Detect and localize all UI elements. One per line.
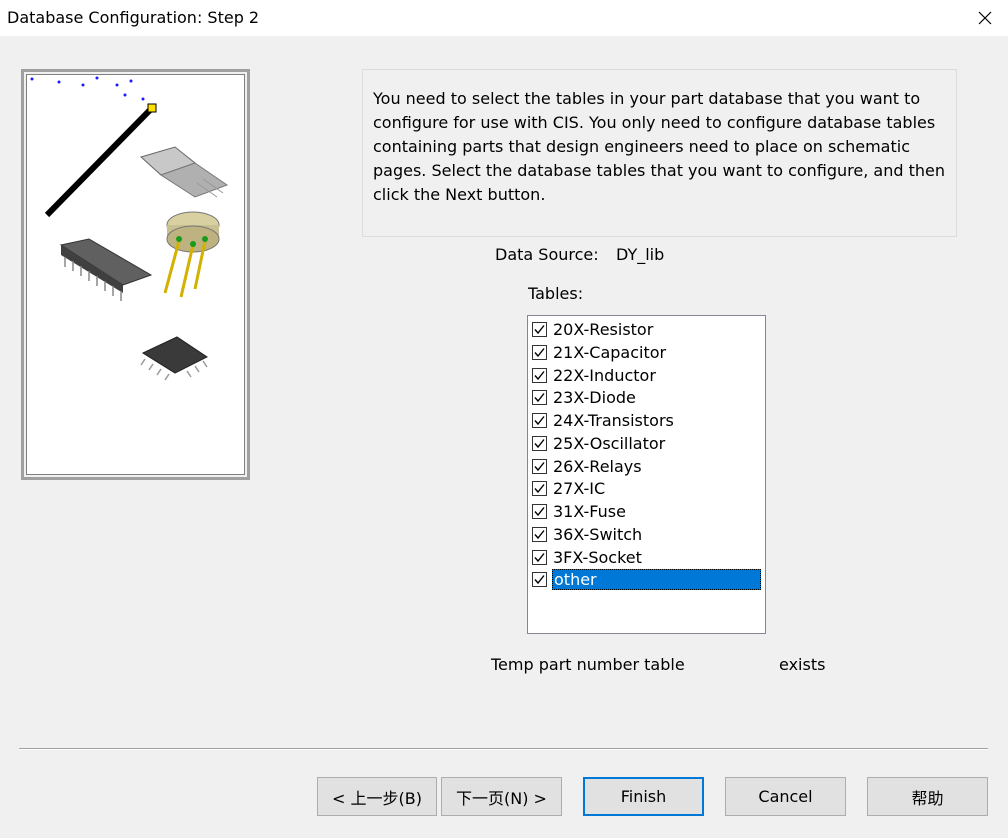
wizard-illustration-panel bbox=[21, 69, 250, 480]
next-button[interactable]: 下一页(N) > bbox=[441, 777, 562, 816]
table-list-item[interactable]: 36X-Switch bbox=[530, 524, 763, 546]
checkmark-icon bbox=[534, 438, 545, 448]
table-item-label: 27X-IC bbox=[553, 479, 606, 499]
table-list-item[interactable]: 24X-Transistors bbox=[530, 410, 763, 432]
checkmark-icon bbox=[534, 461, 545, 471]
checkmark-icon bbox=[534, 575, 545, 585]
back-button[interactable]: < 上一步(B) bbox=[317, 777, 437, 816]
close-icon bbox=[978, 11, 992, 25]
data-source-value: DY_lib bbox=[616, 245, 665, 264]
table-checkbox[interactable] bbox=[532, 504, 547, 519]
temp-table-status: exists bbox=[779, 655, 826, 674]
tables-listbox[interactable]: 20X-Resistor 21X-Capacitor 22X-Inductor 23X… bbox=[527, 315, 766, 634]
instructions-box: You need to select the tables in your pa… bbox=[362, 69, 957, 237]
checkmark-icon bbox=[534, 529, 545, 539]
table-list-item[interactable]: 31X-Fuse bbox=[530, 501, 763, 523]
temp-table-label: Temp part number table bbox=[491, 655, 685, 674]
table-list-item[interactable]: 23X-Diode bbox=[530, 387, 763, 409]
table-checkbox[interactable] bbox=[532, 549, 547, 565]
table-checkbox[interactable] bbox=[532, 481, 547, 497]
window-title: Database Configuration: Step 2 bbox=[7, 8, 260, 27]
table-item-label: 36X-Switch bbox=[553, 524, 643, 544]
table-item-label: 23X-Diode bbox=[553, 388, 636, 408]
instructions-text: You need to select the tables in your pa… bbox=[373, 89, 945, 204]
cancel-button[interactable]: Cancel bbox=[725, 777, 846, 816]
table-checkbox[interactable] bbox=[532, 367, 547, 383]
table-item-label: 24X-Transistors bbox=[553, 411, 674, 430]
table-checkbox[interactable] bbox=[532, 458, 547, 474]
table-item-label: 20X-Resistor bbox=[553, 320, 654, 339]
wizard-illustration bbox=[26, 74, 245, 475]
table-list-item[interactable]: 26X-Relays bbox=[530, 456, 763, 478]
table-item-label: 26X-Relays bbox=[553, 456, 642, 476]
table-list-item[interactable]: other bbox=[530, 569, 763, 591]
table-item-label: 22X-Inductor bbox=[553, 365, 656, 385]
table-checkbox[interactable] bbox=[532, 435, 547, 451]
checkmark-icon bbox=[534, 325, 545, 335]
checkmark-icon bbox=[534, 552, 545, 562]
checkmark-icon bbox=[534, 347, 545, 357]
table-list-item[interactable]: 25X-Oscillator bbox=[530, 433, 763, 455]
table-checkbox[interactable] bbox=[532, 572, 547, 588]
electronic-parts-illustration bbox=[30, 76, 229, 381]
checkmark-icon bbox=[534, 370, 545, 380]
help-button[interactable]: 帮助 bbox=[867, 777, 988, 816]
table-checkbox[interactable] bbox=[532, 526, 547, 542]
table-list-item[interactable]: 21X-Capacitor bbox=[530, 342, 763, 364]
table-list-item[interactable]: 22X-Inductor bbox=[530, 365, 763, 387]
table-item-label: 3FX-Socket bbox=[553, 547, 642, 567]
table-checkbox[interactable] bbox=[532, 344, 547, 360]
separator bbox=[19, 748, 988, 750]
tables-label: Tables: bbox=[528, 284, 584, 303]
table-checkbox[interactable] bbox=[532, 390, 547, 406]
table-item-label: other bbox=[552, 569, 761, 591]
checkmark-icon bbox=[534, 416, 545, 426]
table-item-label: 25X-Oscillator bbox=[553, 433, 666, 453]
table-item-label: 31X-Fuse bbox=[553, 502, 626, 521]
checkmark-icon bbox=[534, 393, 545, 403]
title-bar: Database Configuration: Step 2 bbox=[0, 0, 1008, 36]
checkmark-icon bbox=[534, 507, 545, 517]
table-checkbox[interactable] bbox=[532, 322, 547, 337]
close-button[interactable] bbox=[962, 0, 1008, 36]
table-item-label: 21X-Capacitor bbox=[553, 342, 667, 362]
data-source-label: Data Source: bbox=[495, 245, 599, 264]
finish-button[interactable]: Finish bbox=[583, 777, 704, 816]
table-list-item[interactable]: 27X-IC bbox=[530, 478, 763, 500]
table-checkbox[interactable] bbox=[532, 413, 547, 428]
table-list-item[interactable]: 20X-Resistor bbox=[530, 319, 763, 341]
table-list-item[interactable]: 3FX-Socket bbox=[530, 547, 763, 569]
checkmark-icon bbox=[534, 484, 545, 494]
